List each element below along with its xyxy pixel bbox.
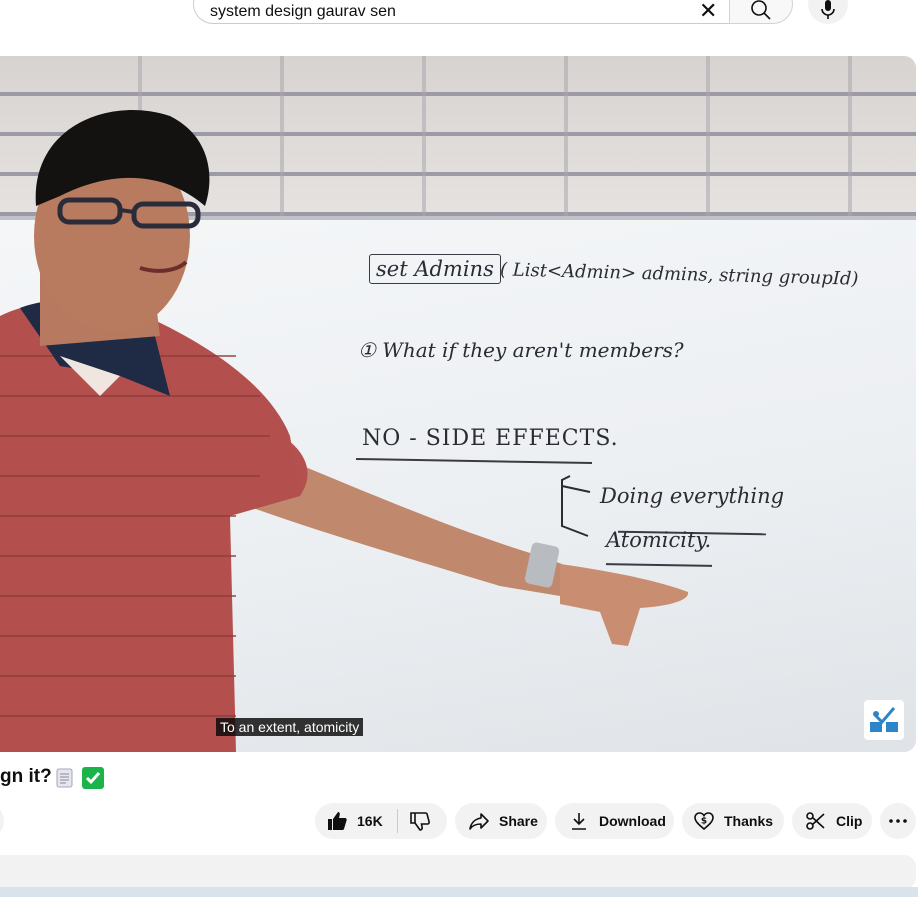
- thumbs-up-icon[interactable]: [325, 809, 349, 833]
- more-actions-button[interactable]: [880, 803, 916, 839]
- clip-button[interactable]: Clip: [792, 803, 872, 839]
- scissors-icon: [804, 809, 828, 833]
- document-icon: [56, 768, 73, 788]
- close-icon[interactable]: ✕: [699, 0, 717, 22]
- like-dislike-group: 16K: [315, 803, 447, 839]
- video-title: gn it?: [0, 766, 52, 787]
- subscribe-button[interactable]: [0, 803, 4, 839]
- share-icon: [467, 809, 491, 833]
- share-button[interactable]: Share: [455, 803, 547, 839]
- channel-logo-icon: [870, 707, 898, 732]
- presenter: [0, 110, 689, 752]
- search-button[interactable]: [729, 0, 793, 24]
- search-bar: system design gaurav sen ✕: [193, 0, 793, 24]
- video-caption: To an extent, atomicity: [216, 718, 364, 736]
- search-icon: [751, 0, 771, 20]
- description-box[interactable]: [0, 855, 916, 889]
- search-input[interactable]: system design gaurav sen ✕: [193, 0, 730, 24]
- mic-icon: [821, 0, 835, 19]
- download-label: Download: [599, 813, 666, 829]
- download-icon: [567, 809, 591, 833]
- more-horizontal-icon: [889, 819, 907, 823]
- like-divider: [396, 809, 398, 833]
- like-count[interactable]: 16K: [357, 813, 383, 829]
- share-label: Share: [499, 813, 538, 829]
- svg-text:$: $: [701, 817, 707, 827]
- search-query[interactable]: system design gaurav sen: [210, 3, 396, 21]
- voice-search-button[interactable]: [808, 0, 848, 24]
- thumbs-down-icon[interactable]: [408, 809, 432, 833]
- thanks-label: Thanks: [724, 813, 774, 829]
- thanks-heart-icon: $: [692, 809, 716, 833]
- below-fold-content: [0, 887, 918, 897]
- thanks-button[interactable]: $ Thanks: [682, 803, 784, 839]
- video-player[interactable]: set Admins ( List<Admin> admins, string …: [0, 56, 916, 752]
- clip-label: Clip: [836, 813, 863, 829]
- check-mark-icon: [82, 767, 104, 789]
- download-button[interactable]: Download: [555, 803, 674, 839]
- channel-watermark[interactable]: [864, 700, 904, 740]
